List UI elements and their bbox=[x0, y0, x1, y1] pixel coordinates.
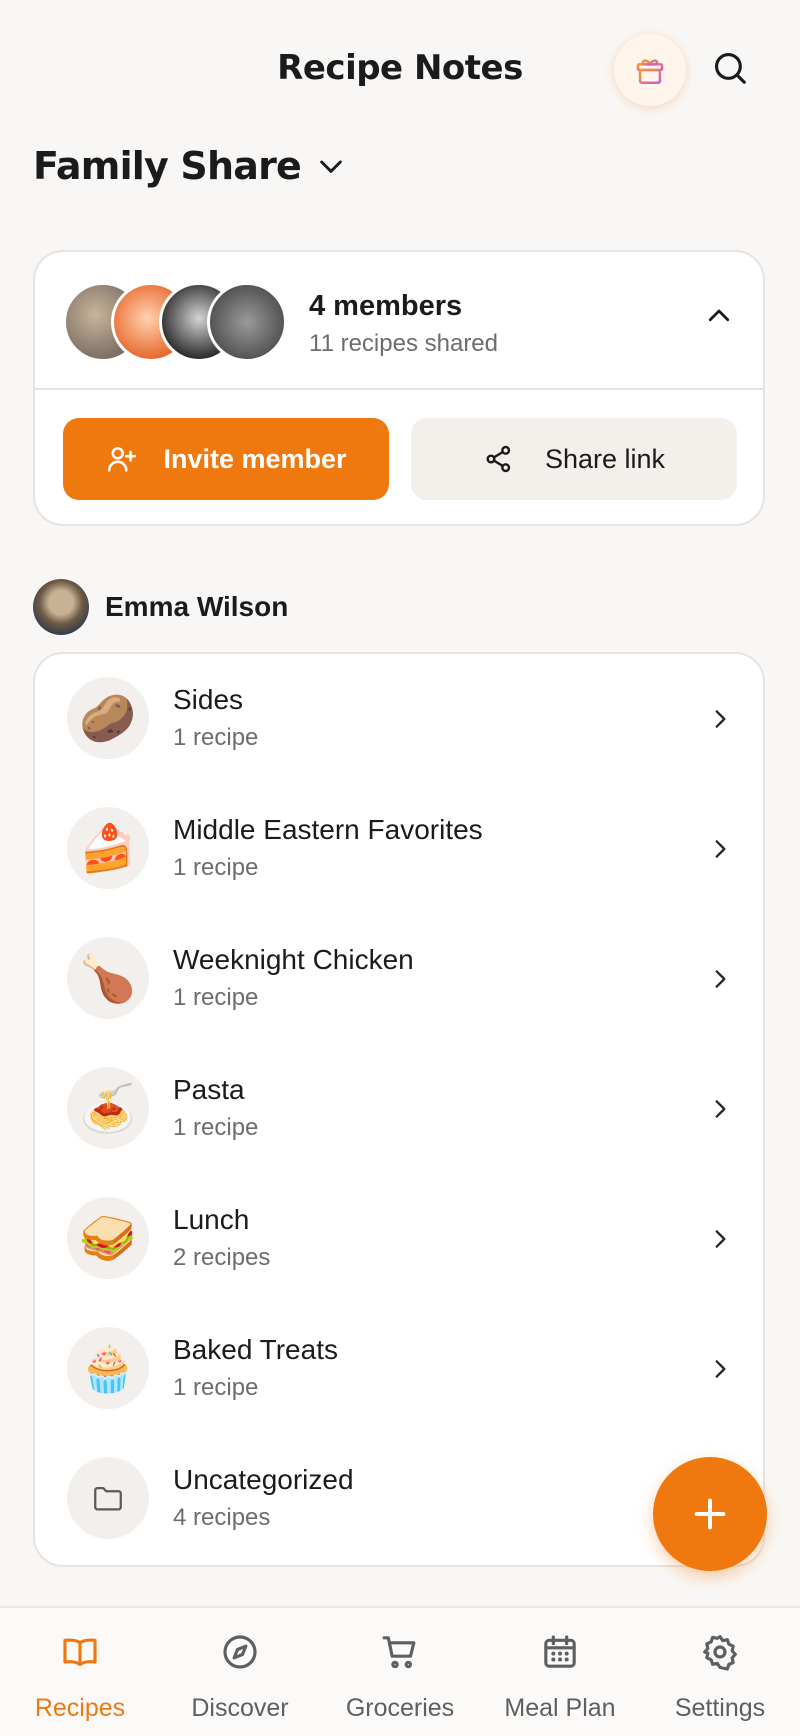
sandwich-icon: 🥪 bbox=[67, 1197, 149, 1279]
chevron-right-icon bbox=[705, 1354, 735, 1384]
group-name: Family Share bbox=[33, 144, 302, 188]
group-switcher[interactable]: Family Share bbox=[33, 140, 347, 192]
owner-name: Emma Wilson bbox=[105, 591, 289, 622]
tab-bar: Recipes Discover Groceries Meal Plan Set… bbox=[0, 1606, 800, 1736]
cart-icon bbox=[382, 1636, 416, 1669]
share-link-label: Share link bbox=[544, 443, 666, 474]
list-item-count: 1 recipe bbox=[173, 1374, 259, 1401]
list-item-count: 1 recipe bbox=[173, 1114, 259, 1141]
search-button[interactable] bbox=[706, 44, 754, 92]
chevron-down-icon bbox=[320, 160, 342, 173]
gear-icon bbox=[703, 1635, 737, 1671]
members-count: 4 members bbox=[309, 290, 463, 322]
tab-label: Discover bbox=[191, 1694, 289, 1722]
tab-label: Meal Plan bbox=[504, 1694, 616, 1722]
tab-groceries[interactable]: Groceries bbox=[320, 1608, 480, 1736]
avatar bbox=[207, 282, 287, 362]
tab-label: Recipes bbox=[34, 1694, 126, 1722]
list-item-title: Uncategorized bbox=[173, 1464, 354, 1495]
member-avatars[interactable] bbox=[63, 282, 287, 362]
list-item-count: 1 recipe bbox=[173, 724, 259, 751]
list-item-title: Lunch bbox=[173, 1204, 250, 1235]
list-item-count: 2 recipes bbox=[173, 1244, 271, 1271]
plus-icon bbox=[694, 1498, 726, 1530]
pasta-bowl-icon: 🍝 bbox=[67, 1067, 149, 1149]
list-item-title: Middle Eastern Favorites bbox=[173, 814, 483, 845]
avatar bbox=[33, 579, 89, 635]
search-icon bbox=[714, 52, 746, 84]
calendar-icon bbox=[544, 1635, 576, 1668]
tab-label: Settings bbox=[674, 1694, 766, 1722]
gift-button[interactable] bbox=[614, 34, 686, 106]
list-item-title: Baked Treats bbox=[173, 1334, 338, 1365]
chevron-up-icon bbox=[708, 309, 730, 322]
chevron-right-icon bbox=[705, 1224, 735, 1254]
collections-list: 🥔 Sides 1 recipe 🍰 Middle Eastern Favori… bbox=[33, 652, 765, 1567]
list-item-count: 4 recipes bbox=[173, 1504, 271, 1531]
header: Recipe Notes bbox=[0, 0, 800, 140]
tab-settings[interactable]: Settings bbox=[640, 1608, 800, 1736]
book-icon bbox=[63, 1638, 97, 1667]
roast-chicken-icon: 🍗 bbox=[67, 937, 149, 1019]
muffin-icon: 🧁 bbox=[67, 1327, 149, 1409]
share-link-button[interactable]: Share link bbox=[411, 418, 737, 500]
list-item-count: 1 recipe bbox=[173, 984, 259, 1011]
potato-wedges-icon: 🥔 bbox=[67, 677, 149, 759]
chevron-right-icon bbox=[705, 1094, 735, 1124]
folder-icon bbox=[67, 1457, 149, 1539]
list-item-lunch[interactable]: 🥪 Lunch 2 recipes bbox=[35, 1174, 763, 1304]
baklava-icon: 🍰 bbox=[67, 807, 149, 889]
invite-member-button[interactable]: Invite member bbox=[63, 418, 389, 500]
list-item-baked-treats[interactable]: 🧁 Baked Treats 1 recipe bbox=[35, 1304, 763, 1434]
chevron-right-icon bbox=[705, 834, 735, 864]
add-recipe-button[interactable] bbox=[653, 1457, 767, 1571]
chevron-right-icon bbox=[705, 704, 735, 734]
add-user-icon bbox=[108, 447, 137, 472]
list-item-middle-eastern-favorites[interactable]: 🍰 Middle Eastern Favorites 1 recipe bbox=[35, 784, 763, 914]
share-icon bbox=[486, 445, 511, 473]
list-item-pasta[interactable]: 🍝 Pasta 1 recipe bbox=[35, 1044, 763, 1174]
list-item-title: Sides bbox=[173, 684, 244, 715]
invite-member-label: Invite member bbox=[163, 443, 347, 474]
tab-discover[interactable]: Discover bbox=[160, 1608, 320, 1736]
list-item-weeknight-chicken[interactable]: 🍗 Weeknight Chicken 1 recipe bbox=[35, 914, 763, 1044]
list-item-count: 1 recipe bbox=[173, 854, 259, 881]
list-item-title: Weeknight Chicken bbox=[173, 944, 414, 975]
collapse-button[interactable] bbox=[697, 294, 741, 338]
tab-label: Groceries bbox=[345, 1694, 455, 1722]
owner-row: Emma Wilson bbox=[33, 578, 288, 636]
divider bbox=[35, 388, 763, 390]
chevron-right-icon bbox=[705, 964, 735, 994]
members-card: 4 members 11 recipes shared Invite membe… bbox=[33, 250, 765, 526]
list-item-sides[interactable]: 🥔 Sides 1 recipe bbox=[35, 654, 763, 784]
compass-icon bbox=[223, 1635, 257, 1669]
list-item-title: Pasta bbox=[173, 1074, 245, 1105]
recipes-shared-count: 11 recipes shared bbox=[309, 330, 498, 357]
gift-icon bbox=[636, 59, 664, 85]
tab-meal-plan[interactable]: Meal Plan bbox=[480, 1608, 640, 1736]
tab-recipes[interactable]: Recipes bbox=[0, 1608, 160, 1736]
